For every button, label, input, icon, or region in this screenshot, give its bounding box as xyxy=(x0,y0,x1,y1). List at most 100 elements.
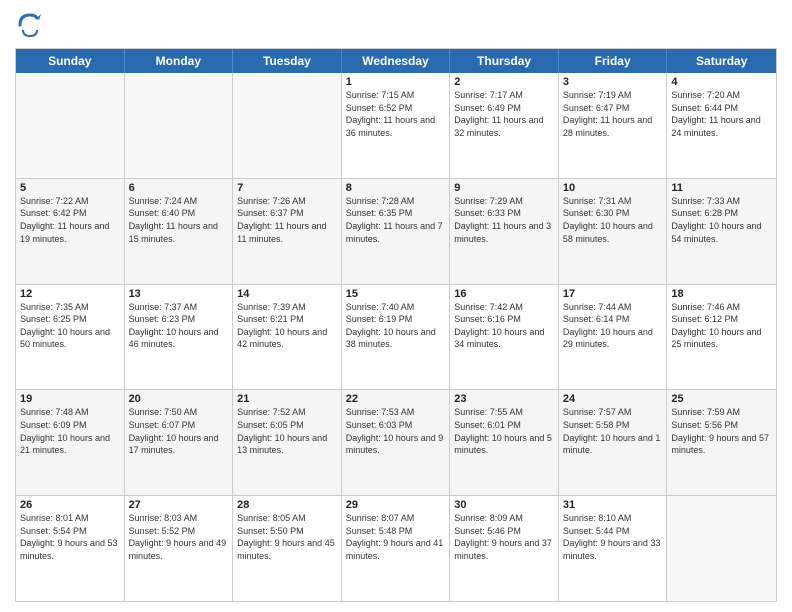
week-row-3: 12Sunrise: 7:35 AM Sunset: 6:25 PM Dayli… xyxy=(16,284,776,390)
day-cell-12: 12Sunrise: 7:35 AM Sunset: 6:25 PM Dayli… xyxy=(16,285,125,390)
day-cell-3: 3Sunrise: 7:19 AM Sunset: 6:47 PM Daylig… xyxy=(559,73,668,178)
day-cell-22: 22Sunrise: 7:53 AM Sunset: 6:03 PM Dayli… xyxy=(342,390,451,495)
day-info: Sunrise: 7:26 AM Sunset: 6:37 PM Dayligh… xyxy=(237,195,337,245)
day-number: 9 xyxy=(454,182,554,194)
logo xyxy=(15,10,49,40)
day-cell-empty-2 xyxy=(233,73,342,178)
day-headers: SundayMondayTuesdayWednesdayThursdayFrid… xyxy=(16,49,776,73)
day-number: 19 xyxy=(20,393,120,405)
day-info: Sunrise: 7:59 AM Sunset: 5:56 PM Dayligh… xyxy=(671,406,772,456)
day-number: 23 xyxy=(454,393,554,405)
day-number: 1 xyxy=(346,76,446,88)
logo-icon xyxy=(15,10,45,40)
calendar: SundayMondayTuesdayWednesdayThursdayFrid… xyxy=(15,48,777,602)
day-number: 6 xyxy=(129,182,229,194)
day-info: Sunrise: 7:22 AM Sunset: 6:42 PM Dayligh… xyxy=(20,195,120,245)
day-header-monday: Monday xyxy=(125,49,234,73)
day-cell-9: 9Sunrise: 7:29 AM Sunset: 6:33 PM Daylig… xyxy=(450,179,559,284)
day-info: Sunrise: 7:17 AM Sunset: 6:49 PM Dayligh… xyxy=(454,89,554,139)
day-cell-20: 20Sunrise: 7:50 AM Sunset: 6:07 PM Dayli… xyxy=(125,390,234,495)
header xyxy=(15,10,777,40)
day-cell-empty-0 xyxy=(16,73,125,178)
day-cell-25: 25Sunrise: 7:59 AM Sunset: 5:56 PM Dayli… xyxy=(667,390,776,495)
day-cell-16: 16Sunrise: 7:42 AM Sunset: 6:16 PM Dayli… xyxy=(450,285,559,390)
day-cell-empty-6 xyxy=(667,496,776,601)
day-info: Sunrise: 8:09 AM Sunset: 5:46 PM Dayligh… xyxy=(454,512,554,562)
day-number: 4 xyxy=(671,76,772,88)
day-cell-19: 19Sunrise: 7:48 AM Sunset: 6:09 PM Dayli… xyxy=(16,390,125,495)
day-info: Sunrise: 7:31 AM Sunset: 6:30 PM Dayligh… xyxy=(563,195,663,245)
week-row-4: 19Sunrise: 7:48 AM Sunset: 6:09 PM Dayli… xyxy=(16,389,776,495)
day-cell-4: 4Sunrise: 7:20 AM Sunset: 6:44 PM Daylig… xyxy=(667,73,776,178)
day-number: 8 xyxy=(346,182,446,194)
day-header-wednesday: Wednesday xyxy=(342,49,451,73)
day-cell-23: 23Sunrise: 7:55 AM Sunset: 6:01 PM Dayli… xyxy=(450,390,559,495)
day-number: 15 xyxy=(346,288,446,300)
day-number: 3 xyxy=(563,76,663,88)
day-number: 16 xyxy=(454,288,554,300)
day-info: Sunrise: 7:55 AM Sunset: 6:01 PM Dayligh… xyxy=(454,406,554,456)
day-cell-5: 5Sunrise: 7:22 AM Sunset: 6:42 PM Daylig… xyxy=(16,179,125,284)
day-cell-1: 1Sunrise: 7:15 AM Sunset: 6:52 PM Daylig… xyxy=(342,73,451,178)
day-number: 10 xyxy=(563,182,663,194)
day-number: 20 xyxy=(129,393,229,405)
day-cell-13: 13Sunrise: 7:37 AM Sunset: 6:23 PM Dayli… xyxy=(125,285,234,390)
week-row-2: 5Sunrise: 7:22 AM Sunset: 6:42 PM Daylig… xyxy=(16,178,776,284)
day-info: Sunrise: 7:28 AM Sunset: 6:35 PM Dayligh… xyxy=(346,195,446,245)
day-info: Sunrise: 8:03 AM Sunset: 5:52 PM Dayligh… xyxy=(129,512,229,562)
day-cell-6: 6Sunrise: 7:24 AM Sunset: 6:40 PM Daylig… xyxy=(125,179,234,284)
day-info: Sunrise: 7:15 AM Sunset: 6:52 PM Dayligh… xyxy=(346,89,446,139)
day-number: 30 xyxy=(454,499,554,511)
day-info: Sunrise: 7:52 AM Sunset: 6:05 PM Dayligh… xyxy=(237,406,337,456)
day-info: Sunrise: 7:48 AM Sunset: 6:09 PM Dayligh… xyxy=(20,406,120,456)
day-number: 17 xyxy=(563,288,663,300)
day-info: Sunrise: 7:37 AM Sunset: 6:23 PM Dayligh… xyxy=(129,301,229,351)
day-info: Sunrise: 7:39 AM Sunset: 6:21 PM Dayligh… xyxy=(237,301,337,351)
day-info: Sunrise: 7:46 AM Sunset: 6:12 PM Dayligh… xyxy=(671,301,772,351)
day-number: 27 xyxy=(129,499,229,511)
day-cell-14: 14Sunrise: 7:39 AM Sunset: 6:21 PM Dayli… xyxy=(233,285,342,390)
day-cell-2: 2Sunrise: 7:17 AM Sunset: 6:49 PM Daylig… xyxy=(450,73,559,178)
day-cell-27: 27Sunrise: 8:03 AM Sunset: 5:52 PM Dayli… xyxy=(125,496,234,601)
day-info: Sunrise: 7:57 AM Sunset: 5:58 PM Dayligh… xyxy=(563,406,663,456)
day-number: 5 xyxy=(20,182,120,194)
day-cell-10: 10Sunrise: 7:31 AM Sunset: 6:30 PM Dayli… xyxy=(559,179,668,284)
day-info: Sunrise: 7:42 AM Sunset: 6:16 PM Dayligh… xyxy=(454,301,554,351)
day-cell-24: 24Sunrise: 7:57 AM Sunset: 5:58 PM Dayli… xyxy=(559,390,668,495)
day-number: 14 xyxy=(237,288,337,300)
day-info: Sunrise: 7:33 AM Sunset: 6:28 PM Dayligh… xyxy=(671,195,772,245)
weeks: 1Sunrise: 7:15 AM Sunset: 6:52 PM Daylig… xyxy=(16,73,776,601)
day-number: 11 xyxy=(671,182,772,194)
day-info: Sunrise: 7:44 AM Sunset: 6:14 PM Dayligh… xyxy=(563,301,663,351)
day-number: 28 xyxy=(237,499,337,511)
day-number: 25 xyxy=(671,393,772,405)
week-row-5: 26Sunrise: 8:01 AM Sunset: 5:54 PM Dayli… xyxy=(16,495,776,601)
day-header-tuesday: Tuesday xyxy=(233,49,342,73)
day-cell-17: 17Sunrise: 7:44 AM Sunset: 6:14 PM Dayli… xyxy=(559,285,668,390)
day-cell-18: 18Sunrise: 7:46 AM Sunset: 6:12 PM Dayli… xyxy=(667,285,776,390)
day-header-friday: Friday xyxy=(559,49,668,73)
day-info: Sunrise: 8:01 AM Sunset: 5:54 PM Dayligh… xyxy=(20,512,120,562)
day-cell-11: 11Sunrise: 7:33 AM Sunset: 6:28 PM Dayli… xyxy=(667,179,776,284)
day-header-thursday: Thursday xyxy=(450,49,559,73)
day-cell-empty-1 xyxy=(125,73,234,178)
day-info: Sunrise: 7:19 AM Sunset: 6:47 PM Dayligh… xyxy=(563,89,663,139)
day-number: 21 xyxy=(237,393,337,405)
day-number: 13 xyxy=(129,288,229,300)
day-info: Sunrise: 7:53 AM Sunset: 6:03 PM Dayligh… xyxy=(346,406,446,456)
day-cell-26: 26Sunrise: 8:01 AM Sunset: 5:54 PM Dayli… xyxy=(16,496,125,601)
day-number: 29 xyxy=(346,499,446,511)
day-number: 18 xyxy=(671,288,772,300)
day-cell-28: 28Sunrise: 8:05 AM Sunset: 5:50 PM Dayli… xyxy=(233,496,342,601)
day-number: 22 xyxy=(346,393,446,405)
day-info: Sunrise: 7:35 AM Sunset: 6:25 PM Dayligh… xyxy=(20,301,120,351)
day-info: Sunrise: 8:10 AM Sunset: 5:44 PM Dayligh… xyxy=(563,512,663,562)
day-header-saturday: Saturday xyxy=(667,49,776,73)
day-cell-15: 15Sunrise: 7:40 AM Sunset: 6:19 PM Dayli… xyxy=(342,285,451,390)
day-info: Sunrise: 7:40 AM Sunset: 6:19 PM Dayligh… xyxy=(346,301,446,351)
day-cell-21: 21Sunrise: 7:52 AM Sunset: 6:05 PM Dayli… xyxy=(233,390,342,495)
day-info: Sunrise: 7:20 AM Sunset: 6:44 PM Dayligh… xyxy=(671,89,772,139)
day-number: 2 xyxy=(454,76,554,88)
day-info: Sunrise: 7:50 AM Sunset: 6:07 PM Dayligh… xyxy=(129,406,229,456)
day-number: 12 xyxy=(20,288,120,300)
